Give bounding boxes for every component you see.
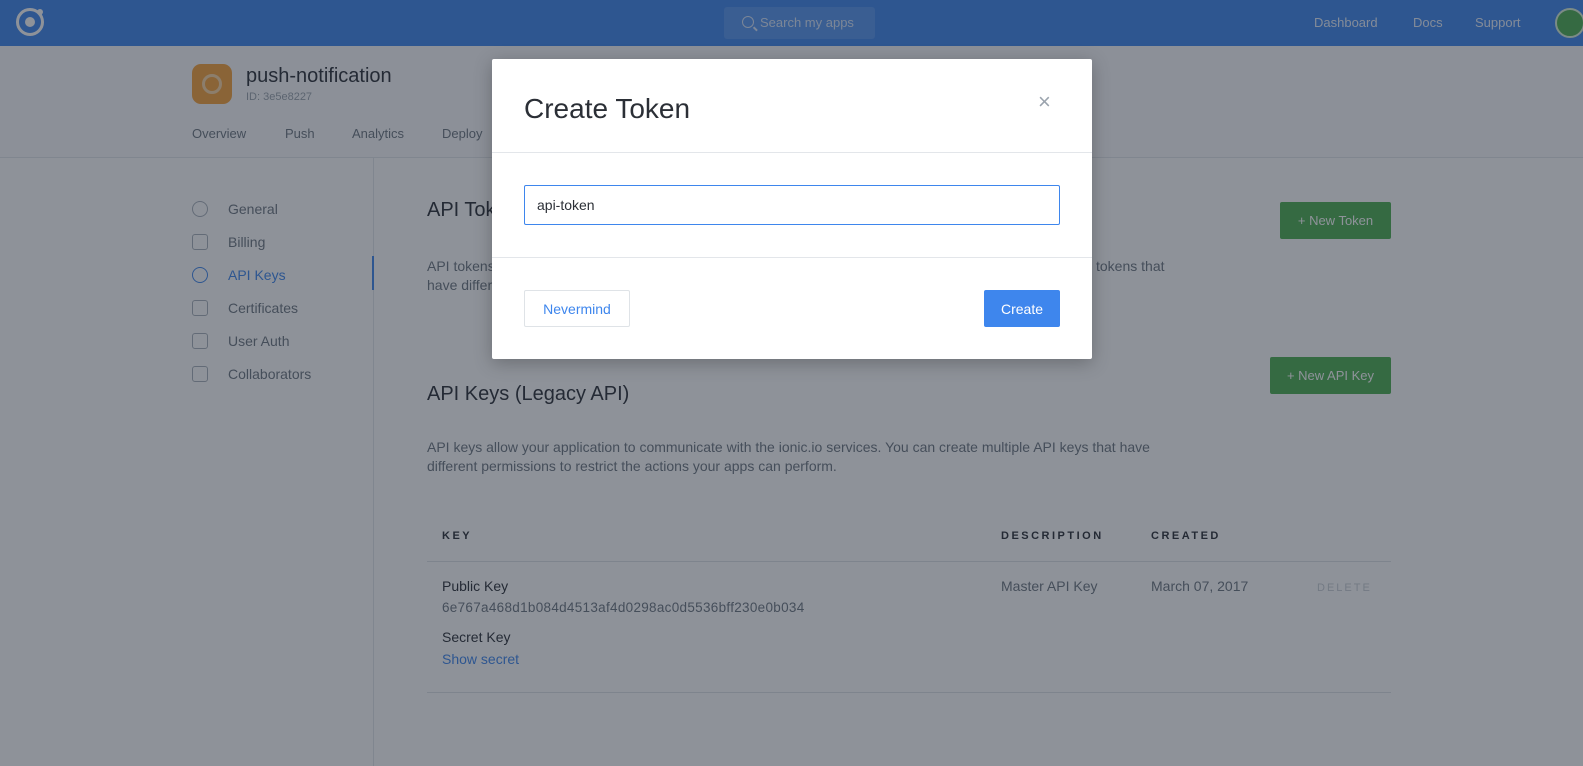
nevermind-button[interactable]: Nevermind [524,290,630,327]
close-icon[interactable]: × [1038,89,1051,115]
token-name-input[interactable] [524,185,1060,225]
modal-title: Create Token [524,93,691,124]
modal-divider-bottom [492,257,1092,258]
create-token-modal: Create Token × Nevermind Create [492,59,1092,359]
modal-divider-top [492,152,1092,153]
create-button[interactable]: Create [984,290,1060,327]
